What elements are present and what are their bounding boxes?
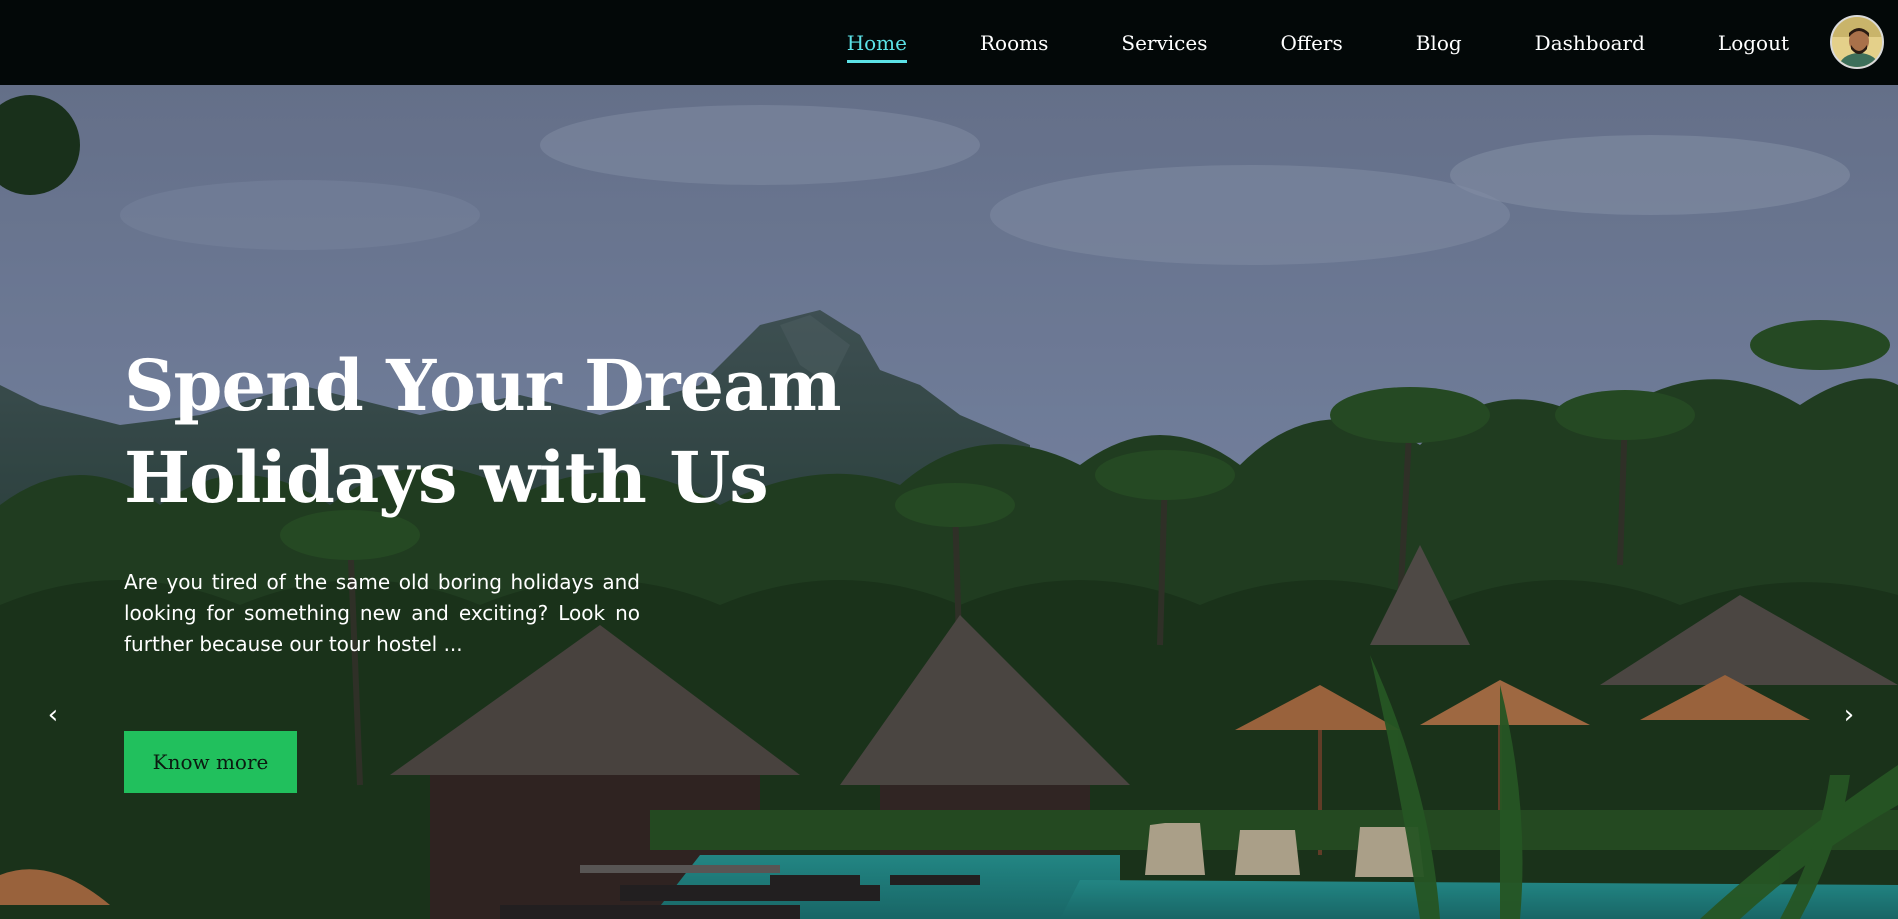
user-avatar-icon[interactable]	[1830, 15, 1884, 69]
hero-title-line-1: Spend Your Dream	[124, 344, 842, 427]
nav-logout[interactable]: Logout	[1718, 31, 1789, 55]
carousel-next-icon[interactable]: ›	[1834, 700, 1864, 730]
nav-dashboard[interactable]: Dashboard	[1535, 31, 1645, 55]
nav-links: Home Rooms Services Offers Blog Dashboar…	[846, 0, 1898, 85]
nav-offers[interactable]: Offers	[1280, 31, 1342, 55]
know-more-button[interactable]: Know more	[124, 731, 297, 793]
top-navbar: Home Rooms Services Offers Blog Dashboar…	[0, 0, 1898, 85]
nav-services[interactable]: Services	[1121, 31, 1207, 55]
nav-home[interactable]: Home	[846, 31, 908, 63]
hero-carousel: Spend Your Dream Holidays with Us Are yo…	[0, 85, 1898, 919]
hero-title-line-2: Holidays with Us	[124, 436, 769, 519]
carousel-prev-icon[interactable]: ‹	[38, 700, 68, 730]
hero-description: Are you tired of the same old boring hol…	[124, 570, 640, 656]
nav-rooms[interactable]: Rooms	[980, 31, 1048, 55]
nav-blog[interactable]: Blog	[1416, 31, 1462, 55]
hero-title: Spend Your Dream Holidays with Us	[124, 340, 844, 524]
